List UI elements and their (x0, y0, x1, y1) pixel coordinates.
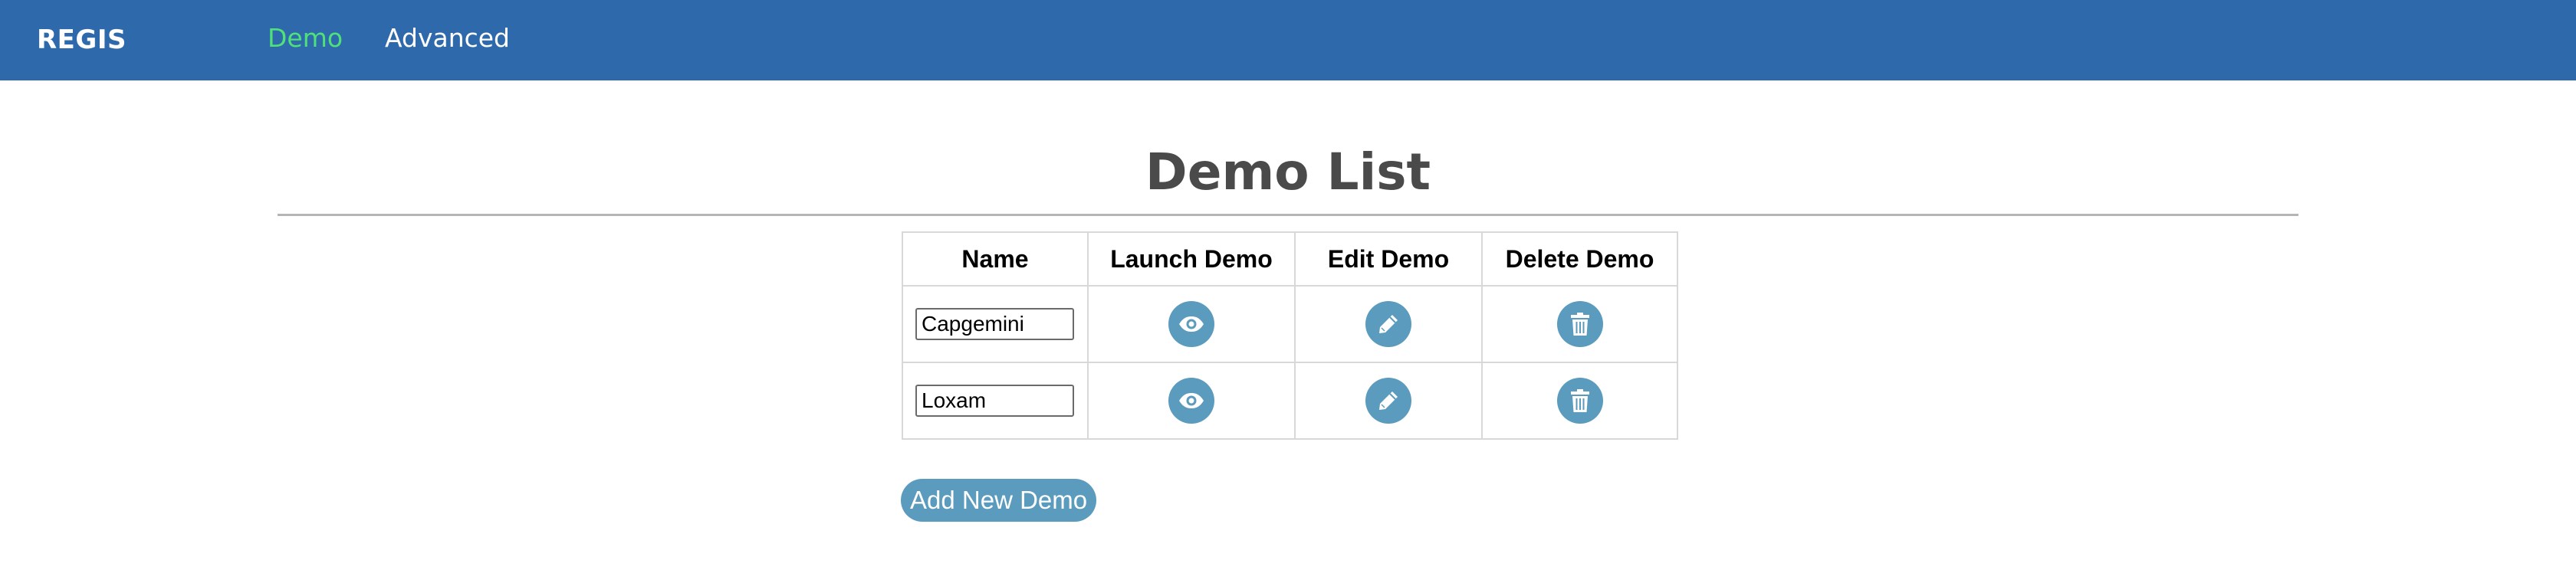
trash-icon (1570, 313, 1589, 336)
name-cell (902, 285, 1089, 363)
table-header-row: Name Launch Demo Edit Demo Delete Demo (902, 231, 1678, 287)
edit-demo-button[interactable] (1365, 301, 1411, 347)
trash-icon (1570, 389, 1589, 412)
delete-demo-button[interactable] (1556, 301, 1603, 347)
header-name: Name (902, 231, 1089, 287)
pencil-icon (1379, 315, 1398, 333)
launch-demo-button[interactable] (1168, 378, 1214, 424)
name-cell (902, 362, 1089, 440)
edit-cell (1294, 362, 1483, 440)
delete-cell (1481, 362, 1678, 440)
header-delete-demo: Delete Demo (1481, 231, 1678, 287)
header-edit-demo: Edit Demo (1294, 231, 1483, 287)
delete-demo-button[interactable] (1556, 378, 1603, 424)
brand-logo[interactable]: REGIS (37, 0, 127, 80)
delete-cell (1481, 285, 1678, 363)
edit-cell (1294, 285, 1483, 363)
launch-cell (1087, 362, 1296, 440)
top-navbar: REGIS Demo Advanced (0, 0, 2576, 80)
demo-name-input[interactable] (915, 308, 1074, 340)
eye-icon (1179, 393, 1204, 408)
page-title: Demo List (1145, 142, 1431, 201)
table-row (902, 285, 1678, 363)
header-launch-demo: Launch Demo (1087, 231, 1296, 287)
edit-demo-button[interactable] (1365, 378, 1411, 424)
eye-icon (1179, 316, 1204, 332)
table-row (902, 362, 1678, 440)
add-new-demo-button[interactable]: Add New Demo (901, 479, 1097, 522)
pencil-icon (1379, 391, 1398, 410)
launch-cell (1087, 285, 1296, 363)
launch-demo-button[interactable] (1168, 301, 1214, 347)
demo-name-input[interactable] (915, 385, 1074, 417)
nav-link-advanced[interactable]: Advanced (385, 0, 510, 77)
demo-table: Name Launch Demo Edit Demo Delete Demo (902, 231, 1678, 440)
nav-link-demo[interactable]: Demo (268, 0, 343, 77)
title-divider (278, 214, 2298, 216)
